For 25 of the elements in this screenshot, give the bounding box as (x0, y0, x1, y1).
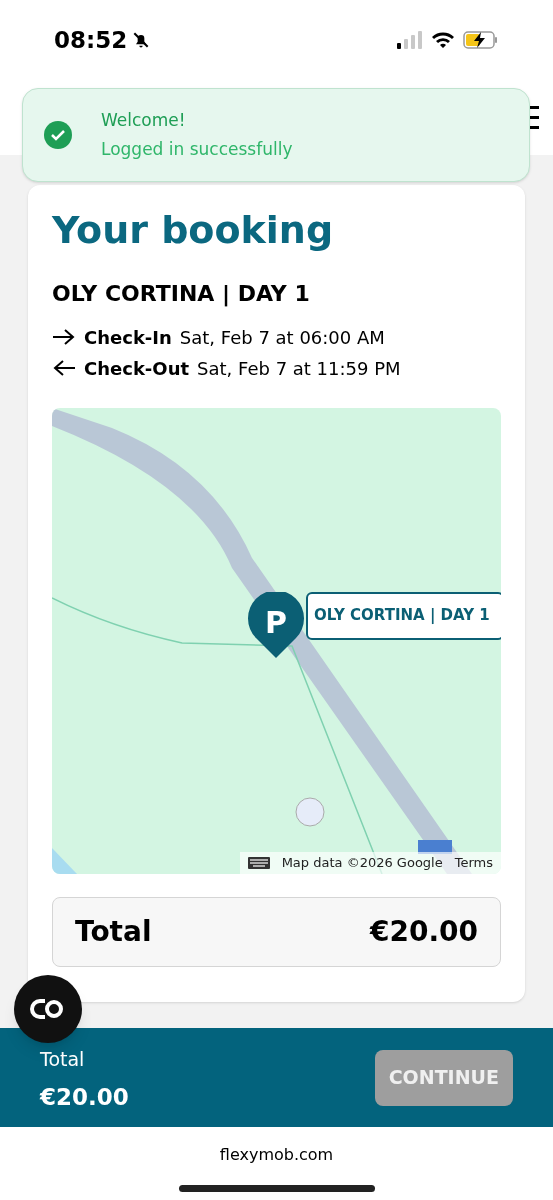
marker-label: OLY CORTINA | DAY 1 (306, 591, 501, 640)
status-time: 08:52 (54, 25, 128, 55)
time-label: Check-In (84, 325, 172, 350)
arrow-left-icon (52, 358, 76, 378)
check-circle-icon (43, 120, 73, 150)
booking-title: Your booking (52, 207, 335, 254)
bar-total-label: Total (40, 1047, 86, 1072)
time-value: Sat, Feb 7 at 11:59 PM (197, 356, 401, 381)
event-name: OLY CORTINA | DAY 1 (52, 279, 311, 309)
map-attribution: Map data ©2026 Google (281, 853, 443, 872)
battery-charging-icon (463, 31, 499, 49)
link-icon (30, 998, 66, 1020)
total-amount: €20.00 (369, 913, 478, 950)
wifi-icon (431, 31, 455, 49)
total-label: Total (75, 913, 152, 950)
arrow-right-icon (52, 327, 76, 347)
time-label: Check-Out (84, 356, 190, 381)
signal-icon (397, 31, 423, 49)
browser-url: flexymob.com (219, 1144, 334, 1166)
terms-link[interactable]: Terms (454, 852, 493, 873)
parking-pin[interactable]: P (248, 591, 304, 658)
toast-message: Logged in successfully (101, 138, 293, 161)
toast-title: Welcome! (101, 108, 187, 132)
time-value: Sat, Feb 7 at 06:00 AM (179, 325, 385, 350)
bar-total-amount: €20.00 (40, 1082, 129, 1112)
